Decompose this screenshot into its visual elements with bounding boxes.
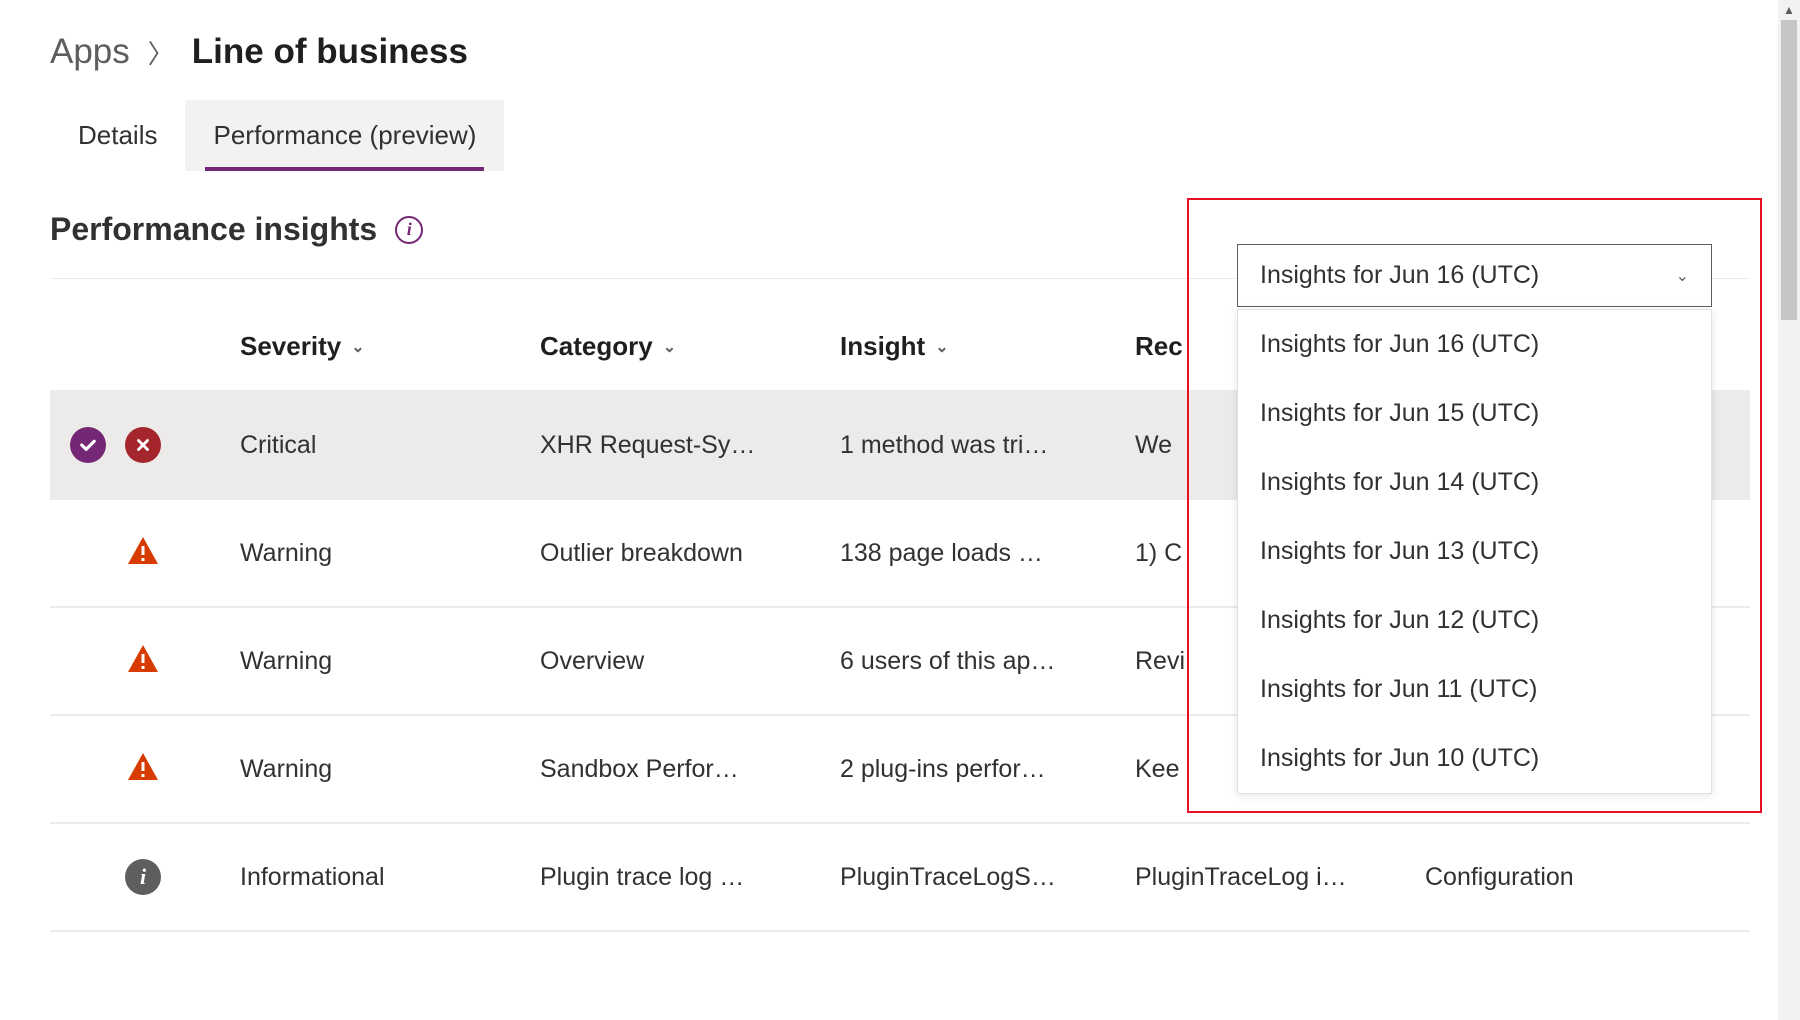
cell-severity: Warning bbox=[240, 755, 540, 784]
date-dropdown-item[interactable]: Insights for Jun 15 (UTC) bbox=[1238, 379, 1711, 448]
breadcrumb-current: Line of business bbox=[192, 32, 468, 72]
chevron-right-icon: 〉 bbox=[148, 34, 174, 71]
vertical-scrollbar[interactable]: ▲ bbox=[1778, 0, 1800, 1020]
warning-icon bbox=[125, 534, 161, 573]
column-header-label: Insight bbox=[840, 331, 925, 362]
cell-category: Outlier breakdown bbox=[540, 539, 840, 568]
page-title: Performance insights bbox=[50, 211, 377, 248]
date-dropdown-item[interactable]: Insights for Jun 16 (UTC) bbox=[1238, 310, 1711, 379]
date-picker-highlight: Insights for Jun 16 (UTC) ⌄ Insights for… bbox=[1187, 198, 1762, 813]
scrollbar-thumb[interactable] bbox=[1781, 20, 1797, 320]
date-dropdown-item[interactable]: Insights for Jun 11 (UTC) bbox=[1238, 655, 1711, 724]
tabs: Details Performance (preview) bbox=[50, 100, 1750, 171]
cell-insight: 6 users of this ap… bbox=[840, 647, 1135, 676]
chevron-down-icon: ⌄ bbox=[351, 337, 364, 357]
cell-insight: 138 page loads … bbox=[840, 539, 1135, 568]
date-dropdown-item[interactable]: Insights for Jun 12 (UTC) bbox=[1238, 586, 1711, 655]
breadcrumb-parent[interactable]: Apps bbox=[50, 32, 130, 72]
date-dropdown-item[interactable]: Insights for Jun 14 (UTC) bbox=[1238, 448, 1711, 517]
date-picker-select[interactable]: Insights for Jun 16 (UTC) ⌄ bbox=[1237, 244, 1712, 307]
info-icon[interactable]: i bbox=[395, 216, 423, 244]
scroll-up-arrow-icon[interactable]: ▲ bbox=[1778, 0, 1800, 20]
column-header-label: Category bbox=[540, 331, 653, 362]
tab-details[interactable]: Details bbox=[50, 100, 185, 171]
cell-category: XHR Request-Sy… bbox=[540, 431, 840, 460]
column-header-category[interactable]: Category ⌄ bbox=[540, 331, 840, 362]
chevron-down-icon: ⌄ bbox=[663, 337, 676, 357]
warning-icon bbox=[125, 642, 161, 681]
cell-category: Sandbox Perfor… bbox=[540, 755, 840, 784]
column-header-severity[interactable]: Severity ⌄ bbox=[240, 331, 540, 362]
cell-insight: 2 plug-ins perfor… bbox=[840, 755, 1135, 784]
date-dropdown-item[interactable]: Insights for Jun 10 (UTC) bbox=[1238, 724, 1711, 793]
cell-category: Overview bbox=[540, 647, 840, 676]
cell-severity: Informational bbox=[240, 863, 540, 892]
info-icon: i bbox=[125, 859, 161, 895]
date-dropdown-item[interactable]: Insights for Jun 13 (UTC) bbox=[1238, 517, 1711, 586]
date-picker-dropdown: Insights for Jun 16 (UTC)Insights for Ju… bbox=[1237, 309, 1712, 794]
column-header-label: Rec bbox=[1135, 331, 1183, 362]
cell-recommendation: PluginTraceLog i… bbox=[1135, 863, 1425, 892]
row-selected-check-icon[interactable] bbox=[70, 427, 106, 463]
cell-insight: PluginTraceLogS… bbox=[840, 863, 1135, 892]
date-picker-selected-label: Insights for Jun 16 (UTC) bbox=[1260, 261, 1539, 290]
critical-icon bbox=[125, 427, 161, 463]
cell-severity: Warning bbox=[240, 647, 540, 676]
tab-performance[interactable]: Performance (preview) bbox=[185, 100, 504, 171]
chevron-down-icon: ⌄ bbox=[1676, 266, 1689, 286]
cell-severity: Warning bbox=[240, 539, 540, 568]
warning-icon bbox=[125, 750, 161, 789]
cell-insight: 1 method was tri… bbox=[840, 431, 1135, 460]
cell-category: Plugin trace log … bbox=[540, 863, 840, 892]
cell-work: Configuration bbox=[1425, 863, 1725, 892]
column-header-insight[interactable]: Insight ⌄ bbox=[840, 331, 1135, 362]
table-row[interactable]: iInformationalPlugin trace log …PluginTr… bbox=[50, 824, 1750, 932]
chevron-down-icon: ⌄ bbox=[935, 337, 948, 357]
column-header-label: Severity bbox=[240, 331, 341, 362]
breadcrumb: Apps 〉 Line of business bbox=[50, 32, 1750, 72]
cell-severity: Critical bbox=[240, 431, 540, 460]
